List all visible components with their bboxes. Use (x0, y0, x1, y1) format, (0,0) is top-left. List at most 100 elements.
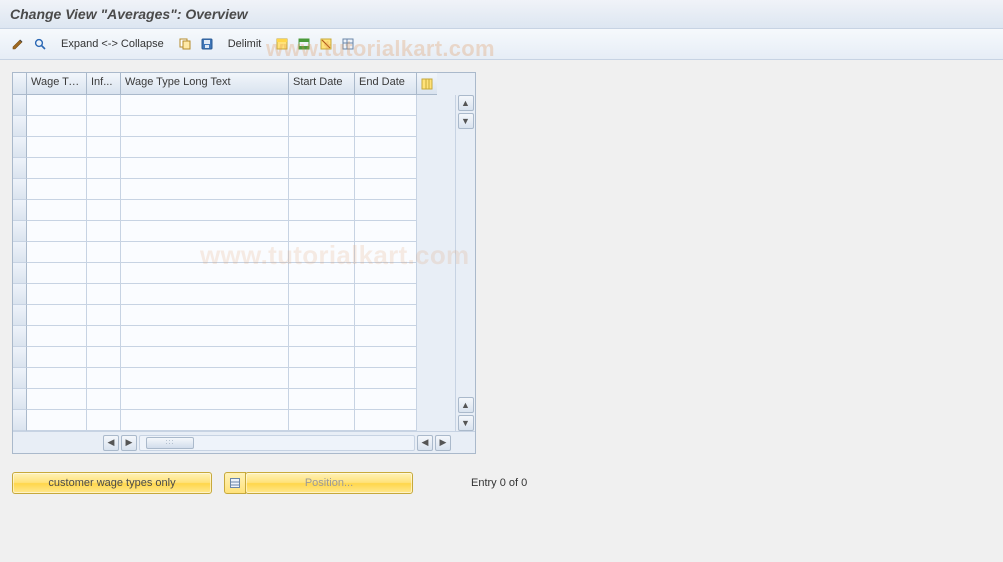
cell[interactable] (87, 284, 121, 305)
cell[interactable] (87, 116, 121, 137)
cell[interactable] (87, 347, 121, 368)
cell[interactable] (87, 263, 121, 284)
cell[interactable] (27, 200, 87, 221)
cell[interactable] (87, 410, 121, 431)
vertical-scrollbar[interactable]: ▲ ▼ ▲ ▼ (455, 95, 475, 431)
cell[interactable] (355, 389, 417, 410)
cell[interactable] (289, 200, 355, 221)
row-selector[interactable] (13, 137, 27, 158)
block-select-icon[interactable] (294, 34, 314, 54)
scroll-left-step-icon[interactable]: ◀ (417, 435, 433, 451)
cell[interactable] (355, 158, 417, 179)
row-selector[interactable] (13, 263, 27, 284)
cell[interactable] (289, 347, 355, 368)
cell[interactable] (289, 221, 355, 242)
cell[interactable] (87, 389, 121, 410)
cell[interactable] (87, 305, 121, 326)
cell[interactable] (121, 158, 289, 179)
row-selector[interactable] (13, 410, 27, 431)
cell[interactable] (289, 263, 355, 284)
cell[interactable] (27, 116, 87, 137)
cell[interactable] (355, 137, 417, 158)
select-all-icon[interactable] (272, 34, 292, 54)
scroll-up-icon[interactable]: ▲ (458, 95, 474, 111)
cell[interactable] (87, 95, 121, 116)
cell[interactable] (87, 137, 121, 158)
cell[interactable] (27, 368, 87, 389)
row-selector[interactable] (13, 200, 27, 221)
row-selector[interactable] (13, 116, 27, 137)
other-view-icon[interactable] (30, 34, 50, 54)
col-header-wage-type[interactable]: Wage Ty... (27, 73, 87, 95)
cell[interactable] (121, 95, 289, 116)
cell[interactable] (289, 284, 355, 305)
cell[interactable] (27, 137, 87, 158)
cell[interactable] (121, 137, 289, 158)
scroll-down-icon[interactable]: ▼ (458, 415, 474, 431)
cell[interactable] (289, 305, 355, 326)
scroll-down-step-icon[interactable]: ▼ (458, 113, 474, 129)
cell[interactable] (121, 263, 289, 284)
cell[interactable] (27, 410, 87, 431)
cell[interactable] (27, 221, 87, 242)
cell[interactable] (289, 137, 355, 158)
position-icon[interactable] (224, 472, 246, 494)
cell[interactable] (87, 326, 121, 347)
cell[interactable] (289, 389, 355, 410)
expand-collapse-button[interactable]: Expand <-> Collapse (52, 33, 173, 55)
delimit-button[interactable]: Delimit (219, 33, 271, 55)
cell[interactable] (87, 368, 121, 389)
col-header-start-date[interactable]: Start Date (289, 73, 355, 95)
cell[interactable] (87, 221, 121, 242)
row-selector[interactable] (13, 326, 27, 347)
cell[interactable] (355, 116, 417, 137)
deselect-all-icon[interactable] (316, 34, 336, 54)
select-all-rows-corner[interactable] (13, 73, 27, 95)
cell[interactable] (27, 242, 87, 263)
cell[interactable] (289, 326, 355, 347)
configure-columns-icon[interactable] (417, 73, 437, 95)
cell[interactable] (355, 221, 417, 242)
cell[interactable] (355, 368, 417, 389)
cell[interactable] (121, 389, 289, 410)
cell[interactable] (121, 242, 289, 263)
scroll-left-icon[interactable]: ◀ (103, 435, 119, 451)
cell[interactable] (27, 263, 87, 284)
cell[interactable] (289, 116, 355, 137)
scroll-up-step-icon[interactable]: ▲ (458, 397, 474, 413)
cell[interactable] (27, 326, 87, 347)
cell[interactable] (121, 368, 289, 389)
row-selector[interactable] (13, 179, 27, 200)
cell[interactable] (355, 326, 417, 347)
cell[interactable] (289, 242, 355, 263)
cell[interactable] (121, 179, 289, 200)
cell[interactable] (289, 95, 355, 116)
cell[interactable] (121, 200, 289, 221)
cell[interactable] (289, 158, 355, 179)
cell[interactable] (27, 347, 87, 368)
cell[interactable] (289, 368, 355, 389)
cell[interactable] (355, 242, 417, 263)
row-selector[interactable] (13, 368, 27, 389)
cell[interactable] (87, 179, 121, 200)
cell[interactable] (27, 95, 87, 116)
row-selector[interactable] (13, 347, 27, 368)
row-selector[interactable] (13, 242, 27, 263)
cell[interactable] (27, 158, 87, 179)
cell[interactable] (289, 410, 355, 431)
cell[interactable] (121, 221, 289, 242)
cell[interactable] (121, 305, 289, 326)
cell[interactable] (121, 410, 289, 431)
cell[interactable] (121, 326, 289, 347)
cell[interactable] (87, 242, 121, 263)
col-header-end-date[interactable]: End Date (355, 73, 417, 95)
row-selector[interactable] (13, 284, 27, 305)
cell[interactable] (355, 95, 417, 116)
cell[interactable] (355, 263, 417, 284)
cell[interactable] (27, 179, 87, 200)
cell[interactable] (27, 284, 87, 305)
toggle-display-change-icon[interactable] (8, 34, 28, 54)
cell[interactable] (355, 305, 417, 326)
col-header-long-text[interactable]: Wage Type Long Text (121, 73, 289, 95)
copy-icon[interactable] (175, 34, 195, 54)
